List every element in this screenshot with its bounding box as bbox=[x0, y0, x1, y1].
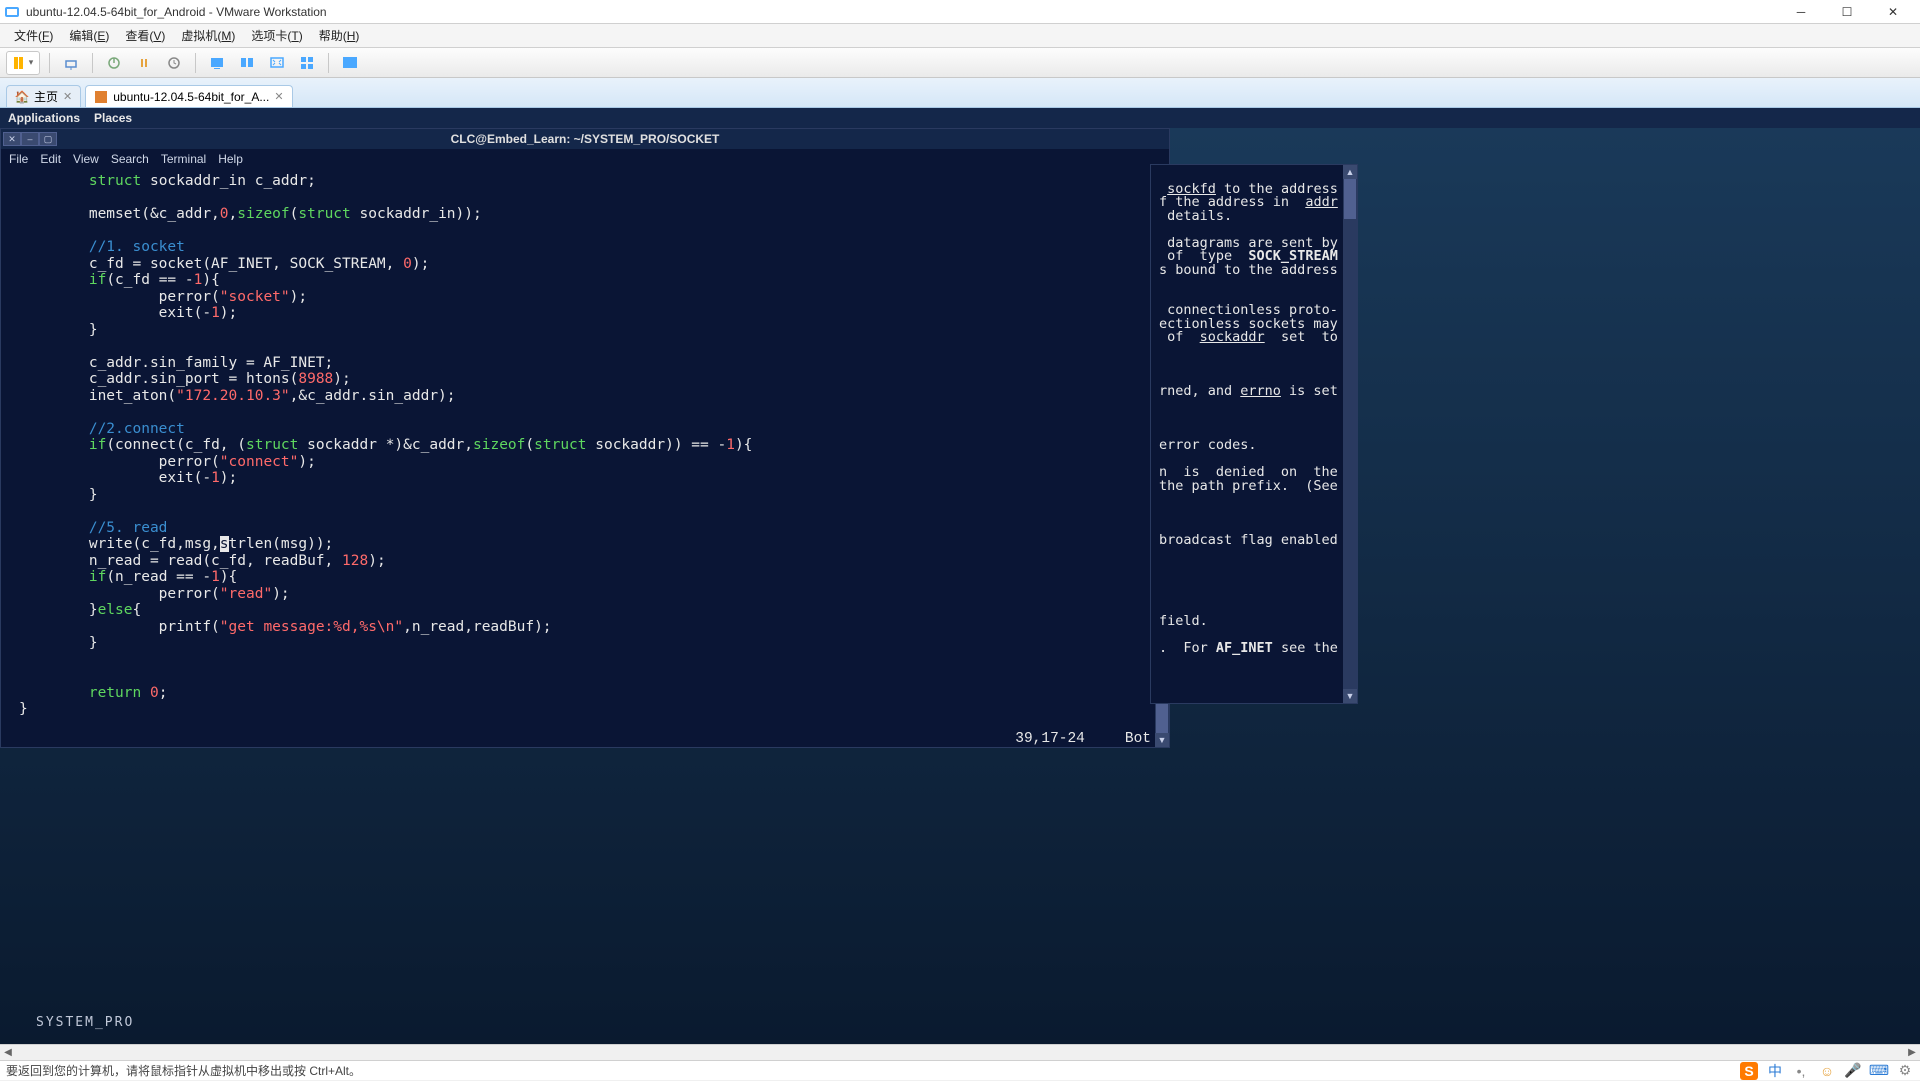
app-icon bbox=[4, 4, 20, 20]
view-stretch-button[interactable] bbox=[265, 51, 289, 75]
window-title: ubuntu-12.04.5-64bit_for_Android - VMwar… bbox=[26, 5, 1778, 19]
app-toolbar: ▾ bbox=[0, 48, 1920, 78]
menu-帮助[interactable]: 帮助(H) bbox=[311, 24, 368, 48]
man-scroll-up-icon[interactable]: ▲ bbox=[1343, 165, 1357, 179]
hscroll-left-icon[interactable]: ◀ bbox=[0, 1045, 16, 1060]
terminal-menu-file[interactable]: File bbox=[9, 152, 28, 166]
vmware-horizontal-scrollbar[interactable]: ◀ ▶ bbox=[0, 1044, 1920, 1060]
terminal-body[interactable]: struct sockaddr_in c_addr; memset(&c_add… bbox=[1, 169, 1169, 747]
ime-sogou-icon[interactable]: S bbox=[1740, 1062, 1758, 1080]
terminal-window-man: sockfd to the addressf the address in ad… bbox=[1150, 164, 1358, 704]
menu-文件[interactable]: 文件(F) bbox=[6, 24, 61, 48]
man-scrollbar[interactable]: ▲ ▼ bbox=[1343, 165, 1357, 703]
snapshot-button[interactable] bbox=[162, 51, 186, 75]
menu-选项卡[interactable]: 选项卡(T) bbox=[243, 24, 310, 48]
gnome-places-menu[interactable]: Places bbox=[94, 111, 132, 125]
vim-status-line: 39,17-24 Bot bbox=[1015, 731, 1151, 747]
desktop-folder-label: SYSTEM_PRO bbox=[36, 1015, 134, 1030]
power-on-button[interactable] bbox=[102, 51, 126, 75]
terminal-menu-search[interactable]: Search bbox=[111, 152, 149, 166]
ime-lang-icon[interactable]: 中 bbox=[1766, 1062, 1784, 1080]
window-titlebar: ubuntu-12.04.5-64bit_for_Android - VMwar… bbox=[0, 0, 1920, 24]
view-split-button[interactable] bbox=[235, 51, 259, 75]
vmware-statusbar: 要返回到您的计算机，请将鼠标指针从虚拟机中移出或按 Ctrl+Alt。 S 中 … bbox=[0, 1060, 1920, 1080]
vim-scroll-pct: Bot bbox=[1125, 731, 1151, 747]
code-content: struct sockaddr_in c_addr; memset(&c_add… bbox=[1, 169, 1169, 722]
vim-cursor-pos: 39,17-24 bbox=[1015, 731, 1085, 747]
view-unity-button[interactable] bbox=[295, 51, 319, 75]
terminal-menu-terminal[interactable]: Terminal bbox=[161, 152, 206, 166]
man-content: sockfd to the addressf the address in ad… bbox=[1151, 165, 1357, 659]
menu-编辑[interactable]: 编辑(E) bbox=[61, 24, 117, 48]
app-menubar: 文件(F)编辑(E)查看(V)虚拟机(M)选项卡(T)帮助(H) bbox=[0, 24, 1920, 48]
terminal-window-main: ✕ – ▢ CLC@Embed_Learn: ~/SYSTEM_PRO/SOCK… bbox=[0, 128, 1170, 748]
tab-vm-close-icon[interactable]: ✕ bbox=[274, 90, 283, 103]
ime-mic-icon[interactable]: 🎤 bbox=[1844, 1062, 1862, 1080]
terminal-maximize-icon[interactable]: ▢ bbox=[39, 132, 57, 146]
terminal-titlebar: ✕ – ▢ CLC@Embed_Learn: ~/SYSTEM_PRO/SOCK… bbox=[1, 129, 1169, 149]
suspend-button[interactable] bbox=[132, 51, 156, 75]
fullscreen-button[interactable] bbox=[338, 51, 362, 75]
gnome-top-panel: Applications Places bbox=[0, 108, 1920, 128]
terminal-menu-view[interactable]: View bbox=[73, 152, 99, 166]
ime-punct-icon[interactable]: •, bbox=[1792, 1062, 1810, 1080]
vm-viewport[interactable]: Applications Places ✕ – ▢ CLC@Embed_Lear… bbox=[0, 108, 1920, 1044]
close-button[interactable]: ✕ bbox=[1870, 0, 1916, 24]
tab-vm-label: ubuntu-12.04.5-64bit_for_A... bbox=[113, 90, 269, 104]
ime-emoji-icon[interactable]: ☺ bbox=[1818, 1062, 1836, 1080]
minimize-button[interactable]: ─ bbox=[1778, 0, 1824, 24]
terminal-menubar: File Edit View Search Terminal Help bbox=[1, 149, 1169, 169]
tab-home-close-icon[interactable]: ✕ bbox=[63, 90, 72, 103]
view-console-button[interactable] bbox=[205, 51, 229, 75]
statusbar-tray: S 中 •, ☺ 🎤 ⌨ ⚙ bbox=[1740, 1062, 1914, 1080]
statusbar-hint: 要返回到您的计算机，请将鼠标指针从虚拟机中移出或按 Ctrl+Alt。 bbox=[6, 1062, 361, 1079]
ime-keyboard-icon[interactable]: ⌨ bbox=[1870, 1062, 1888, 1080]
scroll-down-icon[interactable]: ▼ bbox=[1155, 733, 1169, 747]
home-icon: 🏠 bbox=[15, 90, 29, 104]
tab-vm[interactable]: ubuntu-12.04.5-64bit_for_A... ✕ bbox=[85, 85, 292, 107]
tab-home[interactable]: 🏠 主页 ✕ bbox=[6, 85, 81, 107]
man-scroll-thumb[interactable] bbox=[1344, 179, 1356, 219]
gnome-applications-menu[interactable]: Applications bbox=[8, 111, 80, 125]
library-button[interactable]: ▾ bbox=[6, 51, 40, 75]
terminal-minimize-icon[interactable]: – bbox=[21, 132, 39, 146]
terminal-menu-edit[interactable]: Edit bbox=[40, 152, 61, 166]
ime-settings-icon[interactable]: ⚙ bbox=[1896, 1062, 1914, 1080]
hscroll-right-icon[interactable]: ▶ bbox=[1904, 1045, 1920, 1060]
tab-home-label: 主页 bbox=[34, 88, 58, 105]
menu-查看[interactable]: 查看(V) bbox=[117, 24, 173, 48]
menu-虚拟机[interactable]: 虚拟机(M) bbox=[173, 24, 243, 48]
vm-tab-icon bbox=[94, 90, 108, 104]
maximize-button[interactable]: ☐ bbox=[1824, 0, 1870, 24]
man-scroll-down-icon[interactable]: ▼ bbox=[1343, 689, 1357, 703]
terminal-menu-help[interactable]: Help bbox=[218, 152, 243, 166]
man-body[interactable]: sockfd to the addressf the address in ad… bbox=[1151, 165, 1357, 703]
connect-device-button[interactable] bbox=[59, 51, 83, 75]
tab-row: 🏠 主页 ✕ ubuntu-12.04.5-64bit_for_A... ✕ bbox=[0, 78, 1920, 108]
terminal-close-icon[interactable]: ✕ bbox=[3, 132, 21, 146]
terminal-title: CLC@Embed_Learn: ~/SYSTEM_PRO/SOCKET bbox=[451, 132, 720, 146]
